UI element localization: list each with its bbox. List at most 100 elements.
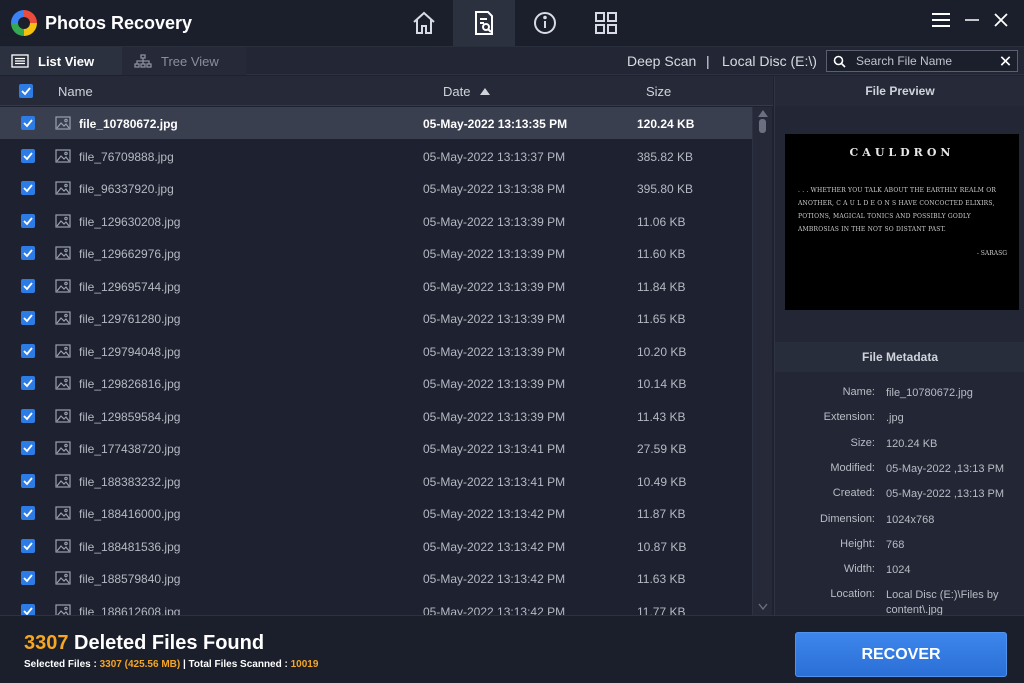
tab-list-view[interactable]: List View xyxy=(0,47,122,75)
info-button[interactable] xyxy=(514,0,576,46)
row-checkbox[interactable] xyxy=(21,246,35,260)
metadata-key: Name: xyxy=(842,386,875,398)
deleted-files-found: 3307 Deleted Files Found xyxy=(24,632,264,655)
row-checkbox[interactable] xyxy=(21,441,35,455)
metadata-value: 768 xyxy=(886,538,905,551)
row-checkbox[interactable] xyxy=(21,473,35,488)
file-size: 395.80 KB xyxy=(637,182,694,196)
grid-icon xyxy=(595,12,617,34)
checkmark-icon xyxy=(23,314,33,323)
clear-search-icon[interactable] xyxy=(999,54,1012,67)
checkmark-icon xyxy=(23,346,33,355)
preview-image-signature: - SARASG xyxy=(976,250,1007,257)
image-file-icon xyxy=(55,538,71,553)
row-checkbox[interactable] xyxy=(21,603,35,615)
checkmark-icon xyxy=(23,151,33,160)
table-row[interactable]: file_129662976.jpg 05-May-2022 13:13:39 P… xyxy=(0,237,752,269)
row-checkbox[interactable] xyxy=(21,181,35,195)
file-size: 11.77 KB xyxy=(637,604,686,616)
metadata-key: Location: xyxy=(830,588,875,601)
column-header-date[interactable]: Date xyxy=(443,84,470,99)
file-list-scrollbar[interactable] xyxy=(752,107,772,615)
row-checkbox[interactable] xyxy=(21,506,35,520)
home-button[interactable] xyxy=(393,0,455,46)
file-date: 05-May-2022 13:13:37 PM xyxy=(423,149,566,164)
file-preview-image: CAULDRON . . . WHETHER YOU TALK ABOUT TH… xyxy=(785,134,1019,310)
file-size: 120.24 KB xyxy=(637,117,695,131)
table-row[interactable]: file_76709888.jpg 05-May-2022 13:13:37 PM… xyxy=(0,140,752,172)
file-name: file_188383232.jpg xyxy=(79,474,181,489)
file-name: file_188481536.jpg xyxy=(79,539,181,554)
row-checkbox[interactable] xyxy=(21,408,35,423)
file-size: 10.87 KB xyxy=(637,539,687,554)
file-name: file_129826816.jpg xyxy=(79,377,181,391)
file-name: file_129794048.jpg xyxy=(79,344,181,359)
image-file-icon xyxy=(55,506,71,520)
recover-button[interactable]: RECOVER xyxy=(795,632,1007,677)
file-preview-heading: File Preview xyxy=(775,76,1024,106)
minimize-icon xyxy=(965,19,979,21)
metadata-value: 1024 xyxy=(886,564,911,577)
hamburger-menu-icon xyxy=(932,13,950,27)
row-checkbox[interactable] xyxy=(21,213,35,228)
checkmark-icon xyxy=(23,574,33,583)
scan-results-button[interactable] xyxy=(453,0,515,46)
image-file-icon xyxy=(55,343,71,358)
apps-button[interactable] xyxy=(575,0,637,46)
row-checkbox[interactable] xyxy=(21,116,35,130)
table-row[interactable]: file_96337920.jpg 05-May-2022 13:13:38 PM… xyxy=(0,172,752,204)
table-row[interactable]: file_10780672.jpg 05-May-2022 13:13:35 PM… xyxy=(0,107,752,139)
row-checkbox[interactable] xyxy=(21,571,35,585)
row-checkbox[interactable] xyxy=(21,343,35,358)
table-row[interactable]: file_129859584.jpg 05-May-2022 13:13:39 P… xyxy=(0,400,752,432)
row-checkbox[interactable] xyxy=(21,148,35,163)
scan-stats: Selected Files : 3307 (425.56 MB) | Tota… xyxy=(24,659,318,670)
checkmark-icon xyxy=(23,411,33,420)
close-icon xyxy=(994,13,1008,27)
menu-button[interactable] xyxy=(929,8,953,32)
row-checkbox[interactable] xyxy=(21,311,35,325)
table-row[interactable]: file_129826816.jpg 05-May-2022 13:13:39 P… xyxy=(0,367,752,399)
row-checkbox[interactable] xyxy=(21,538,35,553)
scrollbar-thumb[interactable] xyxy=(759,119,766,133)
file-date: 05-May-2022 13:13:39 PM xyxy=(423,409,566,424)
minimize-button[interactable] xyxy=(960,8,984,32)
home-icon xyxy=(413,11,435,34)
row-checkbox[interactable] xyxy=(21,278,35,293)
select-all-checkbox[interactable] xyxy=(19,84,33,98)
checkmark-icon xyxy=(23,281,33,290)
preview-image-text: . . . WHETHER YOU TALK ABOUT THE EARTHLY… xyxy=(798,187,997,233)
found-count: 3307 xyxy=(24,632,69,654)
table-row[interactable]: file_129630208.jpg 05-May-2022 13:13:39 P… xyxy=(0,205,752,237)
column-header-name[interactable]: Name xyxy=(58,84,93,99)
table-row[interactable]: file_177438720.jpg 05-May-2022 13:13:41 P… xyxy=(0,432,752,464)
scan-document-icon xyxy=(475,11,493,35)
metadata-value: file_10780672.jpg xyxy=(886,387,973,399)
checkmark-icon xyxy=(23,249,33,258)
table-row[interactable]: file_188579840.jpg 05-May-2022 13:13:42 P… xyxy=(0,562,752,594)
column-header-size[interactable]: Size xyxy=(646,84,671,99)
file-date: 05-May-2022 13:13:42 PM xyxy=(423,507,566,521)
file-size: 11.60 KB xyxy=(637,247,686,261)
table-row[interactable]: file_188383232.jpg 05-May-2022 13:13:41 P… xyxy=(0,465,752,497)
table-row[interactable]: file_129794048.jpg 05-May-2022 13:13:39 P… xyxy=(0,335,752,367)
file-name: file_129662976.jpg xyxy=(79,247,181,261)
tab-tree-view[interactable]: Tree View xyxy=(122,47,246,75)
file-size: 27.59 KB xyxy=(637,442,687,456)
info-icon xyxy=(534,12,556,34)
table-row[interactable]: file_188612608.jpg 05-May-2022 13:13:42 P… xyxy=(0,595,752,616)
table-row[interactable]: file_188481536.jpg 05-May-2022 13:13:42 P… xyxy=(0,530,752,562)
table-row[interactable]: file_129695744.jpg 05-May-2022 13:13:39 P… xyxy=(0,270,752,302)
table-row[interactable]: file_129761280.jpg 05-May-2022 13:13:39 P… xyxy=(0,302,752,334)
close-button[interactable] xyxy=(989,8,1013,32)
search-field[interactable] xyxy=(826,50,1018,72)
search-input[interactable] xyxy=(856,54,991,68)
metadata-value: Local Disc (E:)\Files by content\.jpg xyxy=(886,589,999,617)
row-checkbox[interactable] xyxy=(21,376,35,390)
found-label: Deleted Files Found xyxy=(68,632,265,654)
table-row[interactable]: file_188416000.jpg 05-May-2022 13:13:42 P… xyxy=(0,497,752,529)
scroll-up-icon[interactable] xyxy=(758,109,768,117)
file-name: file_188612608.jpg xyxy=(79,604,181,616)
metadata-key: Extension: xyxy=(823,411,875,424)
scroll-down-icon[interactable] xyxy=(758,603,768,611)
